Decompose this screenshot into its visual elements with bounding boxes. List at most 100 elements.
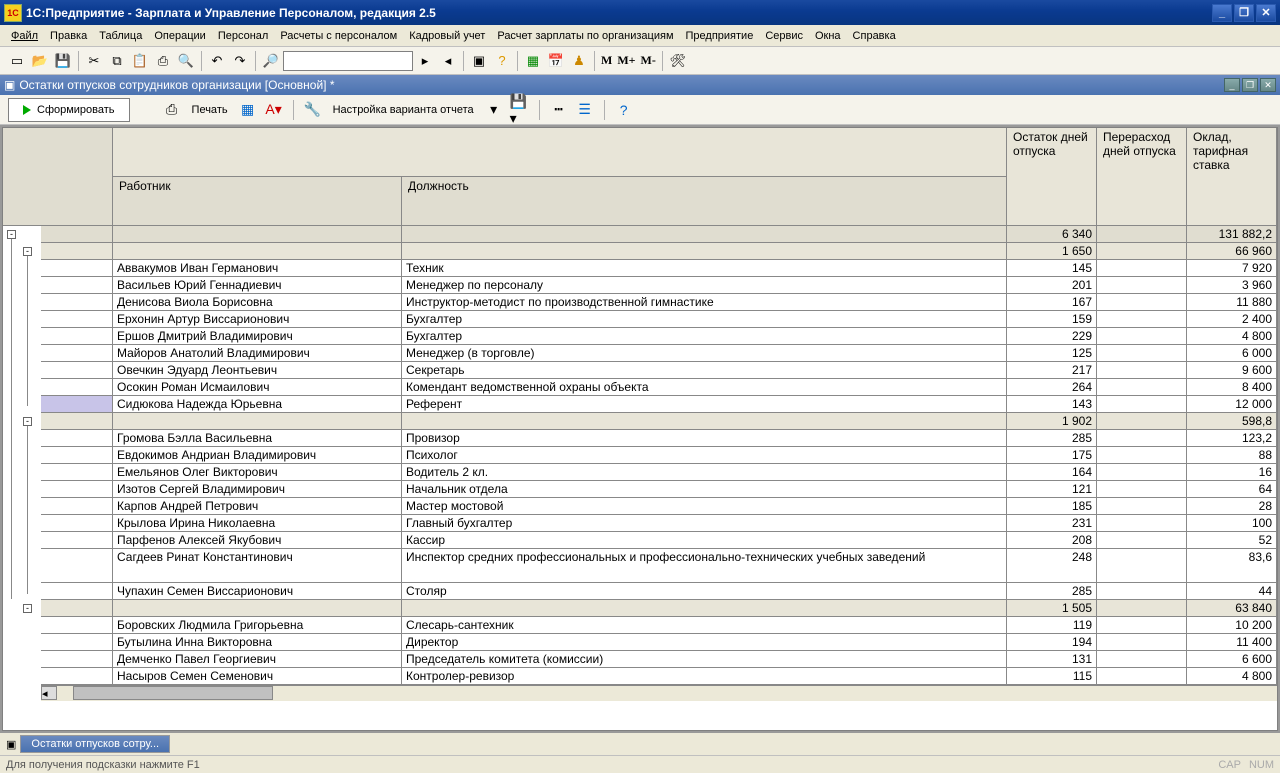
print-link[interactable]: Печать	[188, 102, 232, 118]
status-bar: Для получения подсказки нажмите F1 CAP N…	[0, 755, 1280, 773]
redo-icon[interactable]: ↷	[229, 50, 251, 72]
menu-service[interactable]: Сервис	[760, 28, 808, 44]
printer-icon[interactable]: ⎙	[162, 100, 182, 120]
find-next-icon[interactable]: ▸	[414, 50, 436, 72]
m-minus-button[interactable]: M-	[639, 53, 658, 68]
find-prev-icon[interactable]: ◂	[437, 50, 459, 72]
grand-total-row: 6 340131 882,2	[41, 226, 1277, 243]
open-icon[interactable]: 📂	[29, 50, 51, 72]
m-button[interactable]: M	[599, 53, 614, 68]
table-row[interactable]: Аввакумов Иван ГермановичТехник1457 920	[41, 260, 1277, 277]
cut-icon[interactable]: ✂	[83, 50, 105, 72]
minimize-button[interactable]: _	[1212, 4, 1232, 22]
menu-edit[interactable]: Правка	[45, 28, 92, 44]
new-doc-icon[interactable]: ▭	[6, 50, 28, 72]
undo-icon[interactable]: ↶	[206, 50, 228, 72]
inner-minimize-button[interactable]: _	[1224, 78, 1240, 92]
table-row[interactable]: Бутылина Инна ВикторовнаДиректор19411 40…	[41, 634, 1277, 651]
menubar: Файл Правка Таблица Операции Персонал Ра…	[0, 25, 1280, 47]
grid[interactable]: Работник Должность Остаток дней отпуска …	[41, 128, 1277, 730]
table-row[interactable]: Овечкин Эдуард ЛеонтьевичСекретарь2179 6…	[41, 362, 1277, 379]
report-icon: ▣	[4, 78, 15, 92]
misc-icon[interactable]: ┅	[549, 100, 569, 120]
table-row[interactable]: Ерхонин Артур ВиссарионовичБухгалтер1592…	[41, 311, 1277, 328]
menu-calc-personnel[interactable]: Расчеты с персоналом	[275, 28, 402, 44]
paste-icon[interactable]: 📋	[129, 50, 151, 72]
table-row[interactable]: Изотов Сергей ВладимировичНачальник отде…	[41, 481, 1277, 498]
search-combo[interactable]	[283, 51, 413, 71]
help-icon[interactable]: ?	[614, 100, 634, 120]
close-button[interactable]: ✕	[1256, 4, 1276, 22]
grid-icon[interactable]: ▦	[238, 100, 258, 120]
tree-node-g1[interactable]: -	[23, 247, 32, 256]
window-taskbar: ▣ Остатки отпусков сотру...	[0, 733, 1280, 755]
table-row[interactable]: Парфенов Алексей ЯкубовичКассир20852	[41, 532, 1277, 549]
inner-close-button[interactable]: ✕	[1260, 78, 1276, 92]
menu-salary[interactable]: Расчет зарплаты по организациям	[492, 28, 678, 44]
menu-personnel[interactable]: Персонал	[213, 28, 274, 44]
menu-file[interactable]: Файл	[6, 28, 43, 44]
settings-dropdown-icon[interactable]: ▾	[484, 100, 504, 120]
menu-windows[interactable]: Окна	[810, 28, 846, 44]
header-worker: Работник	[113, 177, 402, 225]
wrench-icon[interactable]: 🔧	[303, 100, 323, 120]
menu-hr[interactable]: Кадровый учет	[404, 28, 490, 44]
form-button[interactable]: Сформировать	[8, 98, 130, 122]
num-indicator: NUM	[1249, 759, 1274, 771]
table-row[interactable]: Осокин Роман ИсмаиловичКомендант ведомст…	[41, 379, 1277, 396]
calendar-icon[interactable]: 📅	[545, 50, 567, 72]
header-ostat: Остаток дней отпуска	[1007, 128, 1097, 225]
play-icon	[23, 105, 31, 115]
table-row[interactable]: Майоров Анатолий ВладимировичМенеджер (в…	[41, 345, 1277, 362]
report-toolbar: Сформировать ⎙ Печать ▦ A▾ 🔧 Настройка в…	[0, 95, 1280, 125]
preview-icon[interactable]: 🔍	[175, 50, 197, 72]
table-row[interactable]: Карпов Андрей ПетровичМастер мостовой185…	[41, 498, 1277, 515]
header-salary: Оклад, тарифная ставка	[1187, 128, 1277, 225]
menu-help[interactable]: Справка	[848, 28, 901, 44]
table-row[interactable]: Сагдеев Ринат КонстантиновичИнспектор ср…	[41, 549, 1277, 583]
menu-table[interactable]: Таблица	[94, 28, 147, 44]
list-icon[interactable]: ☰	[575, 100, 595, 120]
tree-node-g3[interactable]: -	[23, 604, 32, 613]
save-dropdown-icon[interactable]: 💾▾	[510, 100, 530, 120]
table-row[interactable]: Емельянов Олег ВикторовичВодитель 2 кл.1…	[41, 464, 1277, 481]
window-titlebar: 1C 1С:Предприятие - Зарплата и Управлени…	[0, 0, 1280, 25]
horizontal-scrollbar[interactable]: ◂	[41, 685, 1277, 701]
tools-icon[interactable]: 🛠	[667, 50, 689, 72]
table-row[interactable]: Евдокимов Андриан ВладимировичПсихолог17…	[41, 447, 1277, 464]
style-dropdown-icon[interactable]: A▾	[264, 100, 284, 120]
restore-button[interactable]: ❐	[1234, 4, 1254, 22]
calc-icon[interactable]: ▦	[522, 50, 544, 72]
table-row[interactable]: Васильев Юрий ГеннадиевичМенеджер по пер…	[41, 277, 1277, 294]
tree-node-grand[interactable]: -	[7, 230, 16, 239]
menu-operations[interactable]: Операции	[149, 28, 210, 44]
outline-column: - - - -	[3, 128, 41, 730]
table-row[interactable]: Денисова Виола БорисовнаИнструктор-метод…	[41, 294, 1277, 311]
inner-window-titlebar: ▣ Остатки отпусков сотрудников организац…	[0, 75, 1280, 95]
table-row[interactable]: Ершов Дмитрий ВладимировичБухгалтер2294 …	[41, 328, 1277, 345]
settings-link[interactable]: Настройка варианта отчета	[329, 102, 478, 118]
doc-icon[interactable]: ▣	[468, 50, 490, 72]
table-row[interactable]: Чупахин Семен ВиссарионовичСтоляр28544	[41, 583, 1277, 600]
report-area: - - - - Работник Должность Остаток дней …	[0, 125, 1280, 733]
help-tip-icon[interactable]: ?	[491, 50, 513, 72]
binocular-icon[interactable]: 🔎	[260, 50, 282, 72]
inner-restore-button[interactable]: ❐	[1242, 78, 1258, 92]
table-row[interactable]: Демченко Павел ГеоргиевичПредседатель ко…	[41, 651, 1277, 668]
m-plus-button[interactable]: M+	[615, 53, 637, 68]
save-icon[interactable]: 💾	[52, 50, 74, 72]
main-toolbar: ▭ 📂 💾 ✂ ⧉ 📋 ⎙ 🔍 ↶ ↷ 🔎 ▸ ◂ ▣ ? ▦ 📅 ♟ M M+…	[0, 47, 1280, 75]
table-row[interactable]: Насыров Семен СеменовичКонтролер-ревизор…	[41, 668, 1277, 685]
table-row[interactable]: Боровских Людмила ГригорьевнаСлесарь-сан…	[41, 617, 1277, 634]
copy-icon[interactable]: ⧉	[106, 50, 128, 72]
print-icon[interactable]: ⎙	[152, 50, 174, 72]
person-icon[interactable]: ♟	[568, 50, 590, 72]
table-row[interactable]: Громова Бэлла ВасильевнаПровизор285123,2	[41, 430, 1277, 447]
menu-enterprise[interactable]: Предприятие	[681, 28, 759, 44]
tree-node-g2[interactable]: -	[23, 417, 32, 426]
task-tab[interactable]: Остатки отпусков сотру...	[20, 735, 170, 753]
form-button-label: Сформировать	[37, 104, 115, 116]
table-row[interactable]: Крылова Ирина НиколаевнаГлавный бухгалте…	[41, 515, 1277, 532]
table-row[interactable]: Сидюкова Надежда ЮрьевнаРеферент14312 00…	[41, 396, 1277, 413]
window-title: 1С:Предприятие - Зарплата и Управление П…	[26, 6, 1212, 20]
